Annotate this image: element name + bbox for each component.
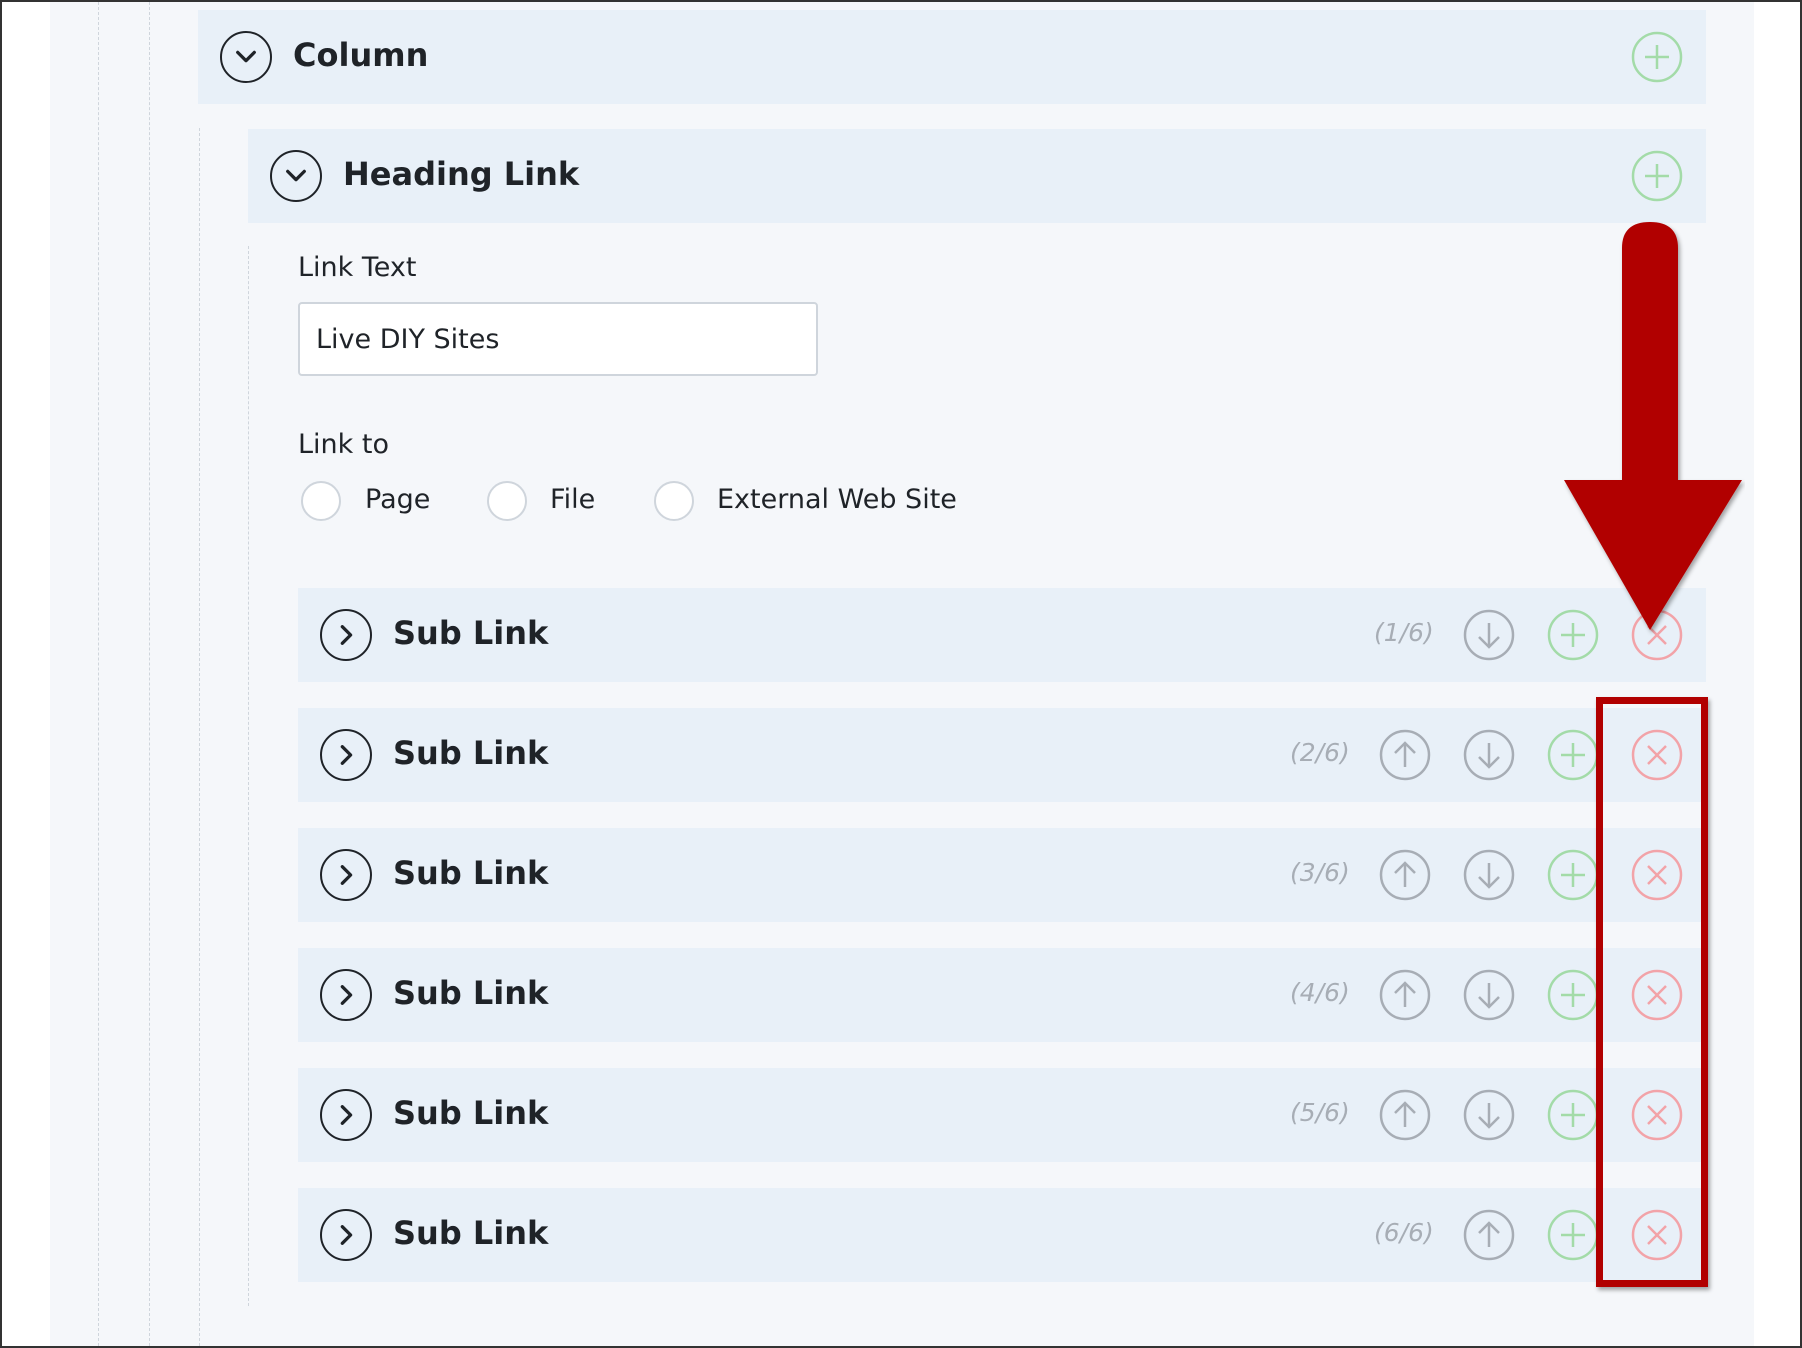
sub-link-position-counter: (3/6) bbox=[1290, 858, 1350, 887]
sub-link-move-up-button[interactable] bbox=[1463, 1209, 1515, 1261]
sub-link-remove-button[interactable] bbox=[1631, 969, 1683, 1021]
nesting-guide-line bbox=[98, 2, 99, 1346]
heading-link-panel: Heading Link bbox=[248, 129, 1706, 223]
arrow-down-icon bbox=[1463, 849, 1515, 901]
sub-link-move-up-button[interactable] bbox=[1379, 1089, 1431, 1141]
sub-link-row: Sub Link (4/6) bbox=[298, 948, 1706, 1042]
link-to-file-radio[interactable] bbox=[487, 481, 527, 521]
sub-link-title: Sub Link bbox=[393, 854, 549, 892]
chevron-right-icon bbox=[340, 625, 353, 645]
plus-icon bbox=[1547, 729, 1599, 781]
sub-link-move-down-button[interactable] bbox=[1463, 849, 1515, 901]
sub-link-remove-button[interactable] bbox=[1631, 1089, 1683, 1141]
arrow-up-icon bbox=[1379, 729, 1431, 781]
plus-icon bbox=[1547, 849, 1599, 901]
sub-link-move-up-button[interactable] bbox=[1379, 729, 1431, 781]
sub-link-position-counter: (6/6) bbox=[1374, 1218, 1434, 1247]
arrow-up-icon bbox=[1379, 969, 1431, 1021]
plus-icon bbox=[1547, 1089, 1599, 1141]
sub-link-expand-toggle[interactable] bbox=[320, 1209, 372, 1261]
sub-link-move-up-button[interactable] bbox=[1379, 849, 1431, 901]
sub-link-move-down-button[interactable] bbox=[1463, 1089, 1515, 1141]
sub-link-expand-toggle[interactable] bbox=[320, 729, 372, 781]
sub-link-add-button[interactable] bbox=[1547, 1089, 1599, 1141]
plus-icon bbox=[1631, 31, 1683, 83]
column-collapse-toggle[interactable] bbox=[220, 31, 272, 83]
close-icon bbox=[1631, 1089, 1683, 1141]
close-icon bbox=[1631, 729, 1683, 781]
chevron-down-icon bbox=[286, 169, 306, 182]
sub-link-remove-button[interactable] bbox=[1631, 1209, 1683, 1261]
link-to-external-radio[interactable] bbox=[654, 481, 694, 521]
arrow-up-icon bbox=[1379, 1089, 1431, 1141]
link-to-label: Link to bbox=[298, 429, 389, 460]
sub-link-expand-toggle[interactable] bbox=[320, 969, 372, 1021]
sub-link-position-counter: (5/6) bbox=[1290, 1098, 1350, 1127]
sub-link-move-down-button[interactable] bbox=[1463, 969, 1515, 1021]
sub-link-title: Sub Link bbox=[393, 974, 549, 1012]
sub-link-row: Sub Link (6/6) bbox=[298, 1188, 1706, 1282]
nesting-guide-line bbox=[199, 128, 200, 1346]
sub-link-row: Sub Link (2/6) bbox=[298, 708, 1706, 802]
sub-link-row: Sub Link (5/6) bbox=[298, 1068, 1706, 1162]
arrow-down-icon bbox=[1463, 729, 1515, 781]
link-text-label: Link Text bbox=[298, 252, 417, 283]
nesting-guide-line bbox=[149, 2, 150, 1346]
link-to-file-label: File bbox=[550, 484, 596, 515]
sub-link-move-down-button[interactable] bbox=[1463, 729, 1515, 781]
arrow-down-icon bbox=[1463, 969, 1515, 1021]
link-to-page-radio[interactable] bbox=[301, 481, 341, 521]
close-icon bbox=[1631, 1209, 1683, 1261]
sub-link-remove-button[interactable] bbox=[1631, 849, 1683, 901]
close-icon bbox=[1631, 969, 1683, 1021]
link-text-input[interactable] bbox=[298, 302, 818, 376]
sub-link-add-button[interactable] bbox=[1547, 849, 1599, 901]
column-title: Column bbox=[293, 36, 429, 74]
sub-link-remove-button[interactable] bbox=[1631, 609, 1683, 661]
sub-link-title: Sub Link bbox=[393, 734, 549, 772]
column-add-button[interactable] bbox=[1631, 31, 1683, 83]
arrow-up-icon bbox=[1463, 1209, 1515, 1261]
sub-link-position-counter: (2/6) bbox=[1290, 738, 1350, 767]
sub-link-add-button[interactable] bbox=[1547, 729, 1599, 781]
plus-icon bbox=[1547, 1209, 1599, 1261]
arrow-down-icon bbox=[1463, 609, 1515, 661]
close-icon bbox=[1631, 849, 1683, 901]
sub-link-move-up-button[interactable] bbox=[1379, 969, 1431, 1021]
plus-icon bbox=[1547, 609, 1599, 661]
sub-link-row: Sub Link (1/6) bbox=[298, 588, 1706, 682]
sub-link-title: Sub Link bbox=[393, 1214, 549, 1252]
sub-link-expand-toggle[interactable] bbox=[320, 609, 372, 661]
heading-link-title: Heading Link bbox=[343, 155, 580, 193]
arrow-down-icon bbox=[1463, 1089, 1515, 1141]
chevron-right-icon bbox=[340, 985, 353, 1005]
heading-link-collapse-toggle[interactable] bbox=[270, 150, 322, 202]
sub-link-move-down-button[interactable] bbox=[1463, 609, 1515, 661]
sub-link-add-button[interactable] bbox=[1547, 969, 1599, 1021]
sub-link-add-button[interactable] bbox=[1547, 1209, 1599, 1261]
sub-link-remove-button[interactable] bbox=[1631, 729, 1683, 781]
sub-link-expand-toggle[interactable] bbox=[320, 849, 372, 901]
heading-link-add-button[interactable] bbox=[1631, 150, 1683, 202]
plus-icon bbox=[1547, 969, 1599, 1021]
sub-link-row: Sub Link (3/6) bbox=[298, 828, 1706, 922]
nesting-guide-line bbox=[248, 246, 249, 1306]
arrow-up-icon bbox=[1379, 849, 1431, 901]
chevron-right-icon bbox=[340, 745, 353, 765]
link-to-page-label: Page bbox=[365, 484, 431, 515]
sub-link-title: Sub Link bbox=[393, 614, 549, 652]
link-to-external-label: External Web Site bbox=[717, 484, 957, 515]
close-icon bbox=[1631, 609, 1683, 661]
chevron-down-icon bbox=[236, 50, 256, 63]
chevron-right-icon bbox=[340, 1105, 353, 1125]
sub-link-title: Sub Link bbox=[393, 1094, 549, 1132]
sub-link-position-counter: (1/6) bbox=[1374, 618, 1434, 647]
chevron-right-icon bbox=[340, 1225, 353, 1245]
column-panel: Column bbox=[198, 10, 1706, 104]
sub-link-position-counter: (4/6) bbox=[1290, 978, 1350, 1007]
sub-link-add-button[interactable] bbox=[1547, 609, 1599, 661]
sub-link-expand-toggle[interactable] bbox=[320, 1089, 372, 1141]
plus-icon bbox=[1631, 150, 1683, 202]
chevron-right-icon bbox=[340, 865, 353, 885]
